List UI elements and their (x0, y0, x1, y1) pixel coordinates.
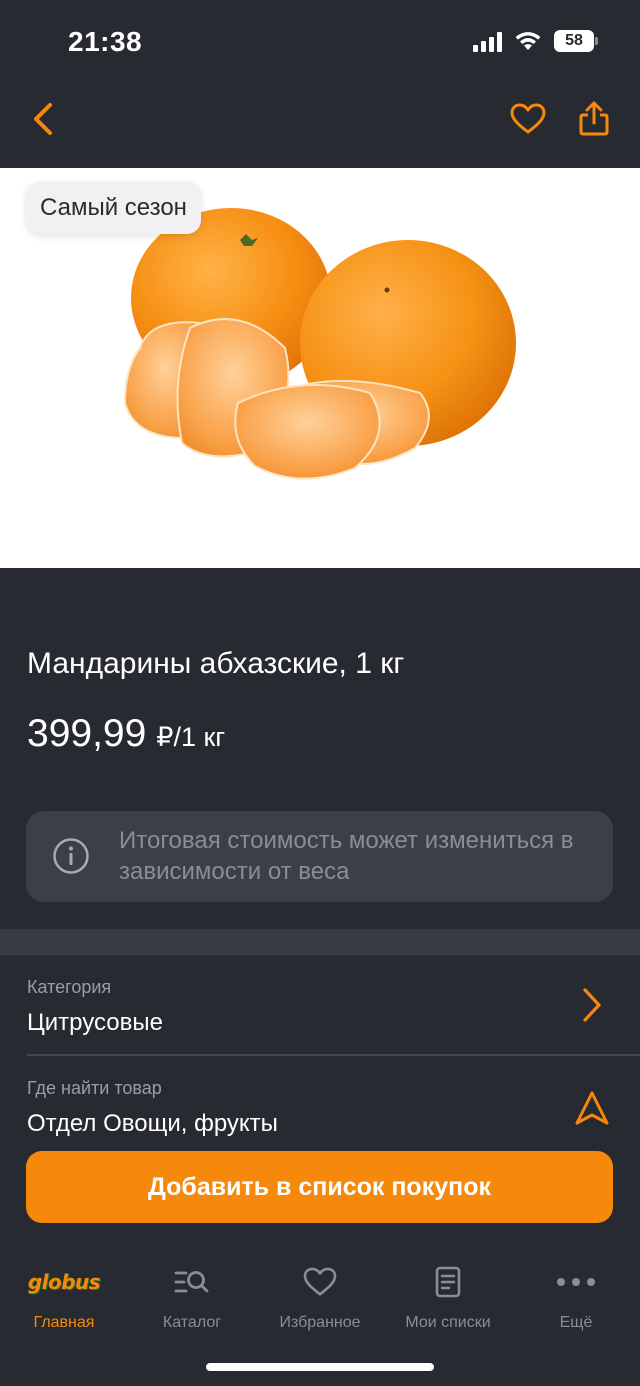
status-time: 21:38 (68, 26, 143, 57)
chevron-right-icon (574, 985, 610, 1025)
back-button[interactable] (18, 94, 68, 144)
product-image-area: Самый сезон (0, 168, 640, 568)
catalog-search-icon (174, 1262, 210, 1302)
price-unit: ₽/1 кг (156, 722, 226, 752)
navigation-arrow-icon (574, 1088, 610, 1128)
category-label: Категория (27, 977, 112, 997)
tab-favorites[interactable]: Избранное (256, 1262, 384, 1346)
section-divider (0, 929, 640, 955)
category-value: Цитрусовые (27, 1009, 163, 1036)
battery-indicator: 58 (554, 30, 598, 52)
status-icons: 58 (473, 30, 598, 52)
info-icon (53, 838, 89, 874)
status-bar: 21:38 58 (0, 0, 640, 84)
tab-home[interactable]: globus Главная (0, 1262, 128, 1346)
product-title: Мандарины абхазские, 1 кг (27, 647, 405, 680)
chevron-left-icon (34, 103, 52, 135)
more-icon (556, 1262, 596, 1302)
globus-logo-icon: globus (27, 1262, 101, 1302)
location-row[interactable]: Где найти товар Отдел Овощи, фрукты (0, 1056, 640, 1146)
wifi-icon (515, 32, 541, 50)
share-icon (579, 101, 609, 136)
location-label: Где найти товар (27, 1078, 162, 1098)
tab-catalog-label: Каталог (162, 1314, 222, 1331)
tab-more[interactable]: Ещё (512, 1262, 640, 1346)
home-indicator[interactable] (206, 1363, 434, 1371)
category-row[interactable]: Категория Цитрусовые (0, 955, 640, 1054)
price-value: 399,99 (27, 712, 147, 755)
share-button[interactable] (569, 94, 619, 144)
product-price: 399,99 ₽/1 кг (27, 712, 225, 756)
nav-bar (0, 84, 640, 168)
favorite-button[interactable] (503, 94, 553, 144)
tab-favorites-label: Избранное (279, 1314, 361, 1331)
cellular-signal-icon (473, 30, 502, 52)
tab-home-label: Главная (33, 1314, 95, 1331)
tab-my-lists-label: Мои списки (405, 1314, 491, 1331)
add-to-shopping-list-button[interactable]: Добавить в список покупок (26, 1151, 613, 1223)
location-value: Отдел Овощи, фрукты (27, 1110, 278, 1137)
heart-icon (510, 103, 546, 134)
heart-icon (303, 1262, 337, 1302)
tab-my-lists[interactable]: Мои списки (384, 1262, 512, 1346)
list-icon (435, 1262, 461, 1302)
info-text: Итоговая стоимость может измениться в за… (119, 827, 574, 885)
season-badge: Самый сезон (26, 182, 201, 234)
weight-info-box: Итоговая стоимость может измениться в за… (26, 811, 613, 902)
tab-catalog[interactable]: Каталог (128, 1262, 256, 1346)
globus-logo: globus (27, 1270, 101, 1294)
tab-more-label: Ещё (559, 1314, 593, 1331)
